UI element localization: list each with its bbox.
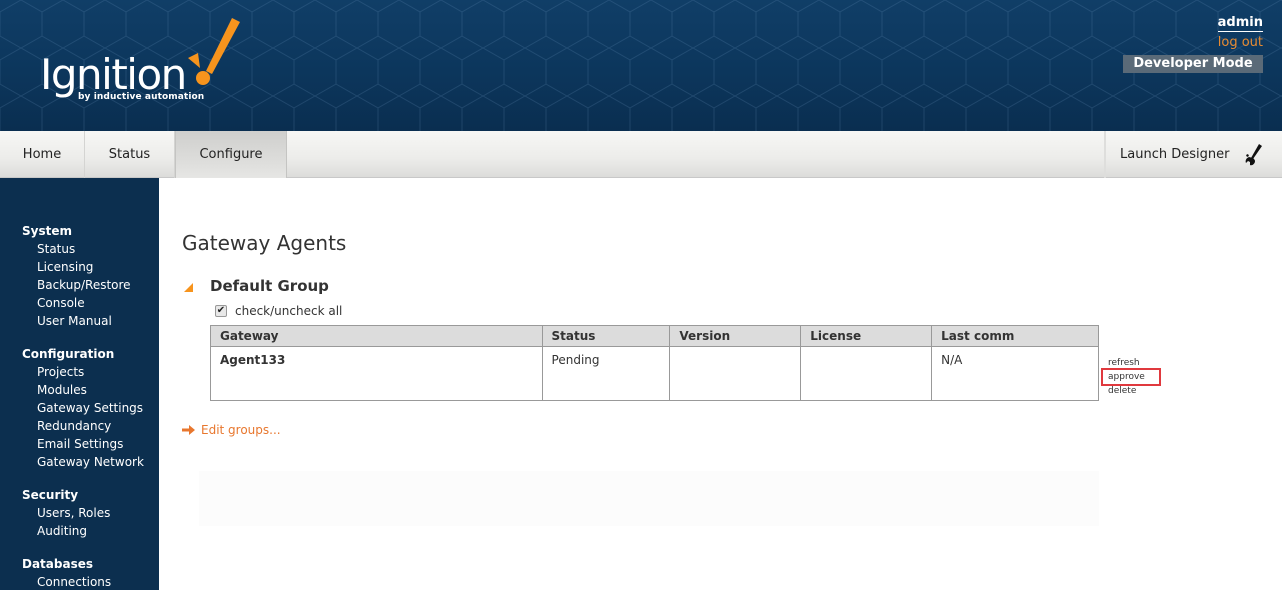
approve-link[interactable]: approve bbox=[1103, 370, 1159, 384]
sidebar-item-projects[interactable]: Projects bbox=[0, 363, 159, 381]
logout-link[interactable]: log out bbox=[1123, 35, 1263, 51]
tab-status[interactable]: Status bbox=[85, 131, 175, 178]
fading-panel-background bbox=[199, 471, 1099, 526]
column-header-license: License bbox=[801, 326, 932, 347]
app-header: Ignition by inductive automation admin l… bbox=[0, 0, 1282, 131]
sidebar-item-gateway-network[interactable]: Gateway Network bbox=[0, 453, 159, 471]
row-actions: refresh approve delete bbox=[1107, 356, 1159, 398]
sidebar-item-auditing[interactable]: Auditing bbox=[0, 522, 159, 540]
logo-exclamation-icon bbox=[178, 16, 240, 88]
sidebar-item-user-manual[interactable]: User Manual bbox=[0, 312, 159, 330]
delete-link[interactable]: delete bbox=[1107, 384, 1159, 398]
top-nav: Home Status Configure Launch Designer bbox=[0, 131, 1282, 178]
logo-tagline: by inductive automation bbox=[78, 92, 204, 102]
table-header-row: Gateway Status Version License Last comm bbox=[211, 326, 1099, 347]
sidebar-item-modules[interactable]: Modules bbox=[0, 381, 159, 399]
tab-configure[interactable]: Configure bbox=[175, 131, 287, 178]
check-all-row: ✔ check/uncheck all bbox=[215, 304, 342, 318]
ignition-logo: Ignition by inductive automation bbox=[40, 16, 250, 106]
sidebar-section-system: System Status Licensing Backup/Restore C… bbox=[0, 222, 159, 330]
sidebar-heading: Security bbox=[0, 486, 159, 504]
tab-home[interactable]: Home bbox=[0, 131, 85, 178]
username-link[interactable]: admin bbox=[1218, 15, 1263, 32]
column-header-last-comm: Last comm bbox=[932, 326, 1099, 347]
wrench-icon bbox=[1244, 142, 1264, 168]
edit-groups-link[interactable]: Edit groups... bbox=[182, 423, 281, 437]
sidebar-item-licensing[interactable]: Licensing bbox=[0, 258, 159, 276]
sidebar-item-redundancy[interactable]: Redundancy bbox=[0, 417, 159, 435]
cell-license bbox=[801, 347, 932, 401]
sidebar-item-status[interactable]: Status bbox=[0, 240, 159, 258]
group-title: Default Group bbox=[210, 277, 329, 295]
launch-designer-button[interactable]: Launch Designer bbox=[1104, 131, 1282, 178]
sidebar-item-gateway-settings[interactable]: Gateway Settings bbox=[0, 399, 159, 417]
launch-designer-label: Launch Designer bbox=[1120, 147, 1229, 162]
cell-version bbox=[670, 347, 801, 401]
sidebar-heading: System bbox=[0, 222, 159, 240]
table-row[interactable]: Agent133 Pending N/A bbox=[211, 347, 1099, 401]
arrow-right-icon bbox=[182, 424, 195, 436]
column-header-version: Version bbox=[670, 326, 801, 347]
fading-detail-panel bbox=[199, 401, 1099, 526]
main-content: Gateway Agents Default Group ✔ check/unc… bbox=[159, 179, 1282, 590]
sidebar-item-connections[interactable]: Connections bbox=[0, 573, 159, 590]
sidebar-item-users-roles[interactable]: Users, Roles bbox=[0, 504, 159, 522]
cell-gateway: Agent133 bbox=[211, 347, 543, 401]
sidebar-heading: Configuration bbox=[0, 345, 159, 363]
collapse-triangle-icon[interactable] bbox=[184, 283, 193, 292]
developer-mode-badge: Developer Mode bbox=[1123, 55, 1263, 73]
column-header-status: Status bbox=[542, 326, 670, 347]
agents-table: Gateway Status Version License Last comm… bbox=[210, 325, 1099, 401]
sidebar: System Status Licensing Backup/Restore C… bbox=[0, 178, 159, 590]
sidebar-section-databases: Databases Connections bbox=[0, 555, 159, 590]
sidebar-section-configuration: Configuration Projects Modules Gateway S… bbox=[0, 345, 159, 471]
sidebar-item-email-settings[interactable]: Email Settings bbox=[0, 435, 159, 453]
user-box: admin log out Developer Mode bbox=[1123, 15, 1263, 73]
column-header-gateway: Gateway bbox=[211, 326, 543, 347]
sidebar-heading: Databases bbox=[0, 555, 159, 573]
cell-status: Pending bbox=[542, 347, 670, 401]
check-all-label: check/uncheck all bbox=[235, 304, 342, 318]
sidebar-item-console[interactable]: Console bbox=[0, 294, 159, 312]
refresh-link[interactable]: refresh bbox=[1107, 356, 1159, 370]
check-all-checkbox[interactable]: ✔ bbox=[215, 305, 227, 317]
page-title: Gateway Agents bbox=[182, 231, 346, 255]
sidebar-item-backup-restore[interactable]: Backup/Restore bbox=[0, 276, 159, 294]
edit-groups-label: Edit groups... bbox=[201, 423, 281, 437]
sidebar-section-security: Security Users, Roles Auditing bbox=[0, 486, 159, 540]
cell-last-comm: N/A bbox=[932, 347, 1099, 401]
